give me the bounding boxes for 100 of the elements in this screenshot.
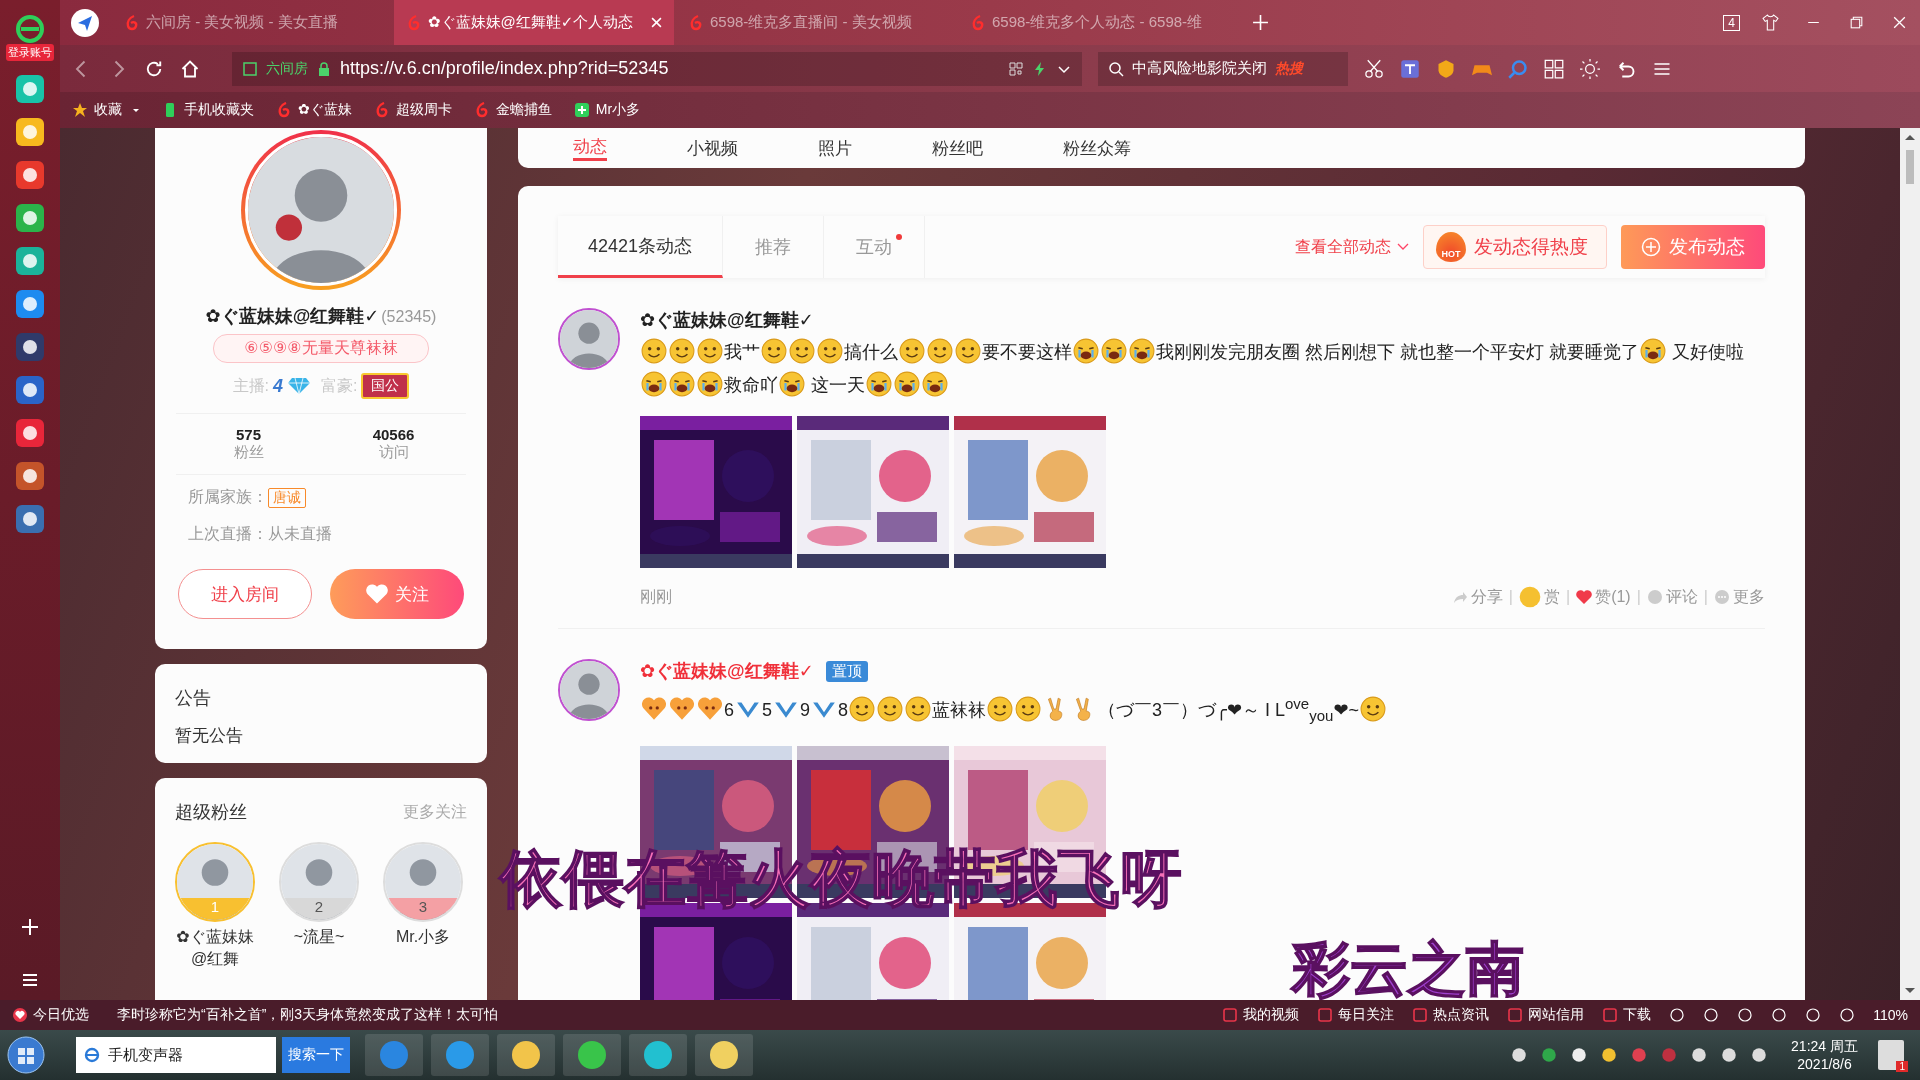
- app-icon[interactable]: [15, 332, 45, 362]
- status-item[interactable]: 每日关注: [1317, 1006, 1395, 1024]
- filter-dropdown[interactable]: 查看全部动态: [1295, 236, 1409, 258]
- restore-icon[interactable]: [1848, 14, 1865, 31]
- tray-icon[interactable]: [1690, 1046, 1709, 1064]
- tray-icon[interactable]: [1720, 1046, 1739, 1064]
- login-label[interactable]: 登录账号: [6, 44, 54, 61]
- zoom-level[interactable]: 110%: [1873, 1007, 1908, 1023]
- fan-name[interactable]: Mr.小多: [395, 926, 451, 948]
- fan-avatar[interactable]: 2: [279, 842, 359, 922]
- app-icon[interactable]: [15, 375, 45, 405]
- fan-name[interactable]: ✿ぐ蓝妹妹@红舞: [175, 926, 255, 970]
- app-icon[interactable]: [15, 203, 45, 233]
- crying-emoji-icon: [894, 371, 920, 397]
- status-item[interactable]: 下载: [1602, 1006, 1652, 1024]
- toolbar-icon[interactable]: [1771, 1007, 1788, 1023]
- app-icon[interactable]: [15, 504, 45, 534]
- taskbar-app-icon[interactable]: [496, 1033, 556, 1077]
- post-time: 刚刚: [640, 586, 672, 607]
- toolbar-icon[interactable]: [1703, 1007, 1720, 1023]
- shirt-icon[interactable]: [1762, 14, 1779, 31]
- toolbar-icon[interactable]: [1737, 1007, 1754, 1023]
- profile-nav-tab[interactable]: 照片: [818, 136, 852, 160]
- taskbar-app-icon[interactable]: [430, 1033, 490, 1077]
- scroll-down-icon[interactable]: [1905, 988, 1915, 994]
- start-icon[interactable]: [6, 1035, 46, 1075]
- today-picks[interactable]: 今日优选: [12, 1006, 89, 1024]
- bookmark-item[interactable]: 超级周卡: [373, 101, 452, 119]
- translate-icon[interactable]: [1400, 58, 1420, 79]
- new-tab-icon[interactable]: [1252, 14, 1269, 31]
- diamond-icon: [287, 377, 311, 395]
- browser-tab[interactable]: ✿ぐ蓝妹妹@红舞鞋✓个人动态: [394, 0, 674, 45]
- more-icon: [1714, 589, 1730, 605]
- tab-count[interactable]: 4: [1723, 14, 1740, 31]
- close-icon[interactable]: [651, 17, 662, 28]
- search-field[interactable]: 中高风险地影院关闭 热搜: [1098, 51, 1348, 86]
- toolbar-icon[interactable]: [1839, 1007, 1856, 1023]
- address-field[interactable]: 六间房 https://v.6.cn/profile/index.php?rid=52345: [232, 51, 1082, 86]
- bookmark-item[interactable]: 收藏: [72, 101, 140, 119]
- bookmark-item[interactable]: ✿ぐ蓝妹: [276, 101, 352, 119]
- notice-title: 公告: [175, 687, 212, 710]
- heart-emoji-icon: [697, 696, 723, 722]
- app-icon[interactable]: [15, 461, 45, 491]
- rank-badge: 国公: [361, 373, 410, 399]
- search-field[interactable]: 手机变声器: [76, 1037, 276, 1073]
- bookmark-item[interactable]: 金蟾捕鱼: [473, 101, 552, 119]
- add-icon[interactable]: [20, 917, 40, 937]
- browser-tab[interactable]: 六间房 - 美女视频 - 美女直播: [112, 0, 392, 45]
- brightness-icon[interactable]: [1580, 58, 1600, 79]
- author-name[interactable]: ✿ぐ蓝妹妹@红舞鞋✓: [640, 659, 814, 683]
- app-icon[interactable]: [15, 289, 45, 319]
- profile-nav-tab[interactable]: 粉丝吧: [932, 136, 983, 160]
- clock-time[interactable]: 21:24 周五: [1791, 1038, 1858, 1056]
- taskbar-app-icon[interactable]: [694, 1033, 754, 1077]
- app-icon[interactable]: [15, 74, 45, 104]
- app-icon[interactable]: [15, 246, 45, 276]
- grid-icon[interactable]: [1544, 58, 1564, 79]
- status-item[interactable]: 我的视频: [1222, 1006, 1300, 1024]
- fans-title: 超级粉丝: [175, 801, 247, 824]
- clock-date[interactable]: 2021/8/6: [1797, 1056, 1852, 1072]
- browser-logo-icon[interactable]: [15, 14, 45, 44]
- scissors-icon[interactable]: [1364, 58, 1384, 79]
- feed-tab[interactable]: 42421条动态: [558, 216, 724, 278]
- profile-nav-tab[interactable]: 粉丝众筹: [1063, 136, 1131, 160]
- emoji-icon: [1015, 696, 1042, 722]
- tray-icon[interactable]: [1570, 1046, 1589, 1064]
- app-icon[interactable]: [15, 160, 45, 190]
- profile-nav-tab[interactable]: 动态: [573, 135, 607, 161]
- emoji-icon: [761, 338, 787, 364]
- toolbar-icon[interactable]: [1805, 1007, 1822, 1023]
- author-name[interactable]: ✿ぐ蓝妹妹@红舞鞋✓: [640, 308, 814, 332]
- profile-nav-tab[interactable]: 小视频: [687, 136, 738, 160]
- hot-search-label: 热搜: [1275, 59, 1303, 78]
- enter-room-button[interactable]: 进入房间: [178, 569, 312, 619]
- tray-icon[interactable]: [1750, 1046, 1769, 1064]
- status-item[interactable]: 热点资讯: [1412, 1006, 1490, 1024]
- fan-avatar[interactable]: 3: [383, 842, 463, 922]
- bookmark-item[interactable]: Mr小多: [573, 101, 641, 119]
- home-icon[interactable]: [180, 58, 200, 79]
- boost-button[interactable]: HOT 发动态得热度: [1423, 225, 1607, 269]
- taskbar-app-icon[interactable]: [562, 1033, 622, 1077]
- toolbar-icon[interactable]: [1669, 1007, 1686, 1023]
- close-icon[interactable]: [1891, 14, 1908, 31]
- search-button[interactable]: 搜索一下: [282, 1037, 350, 1073]
- qr-icon[interactable]: [1008, 60, 1024, 77]
- scrollbar-thumb[interactable]: [1906, 150, 1914, 184]
- news-link[interactable]: 李时珍称它为“百补之首”，刚3天身体竟然变成了这样！太可怕: [117, 1006, 499, 1024]
- scroll-up-icon[interactable]: [1905, 134, 1915, 140]
- app-icon[interactable]: [15, 418, 45, 448]
- status-item[interactable]: 网站信用: [1507, 1006, 1585, 1024]
- taskbar-app-icon[interactable]: [364, 1033, 424, 1077]
- tray-icon[interactable]: [1510, 1046, 1529, 1064]
- bookmark-item[interactable]: 手机收藏夹: [162, 101, 254, 119]
- status-icon: [1412, 1007, 1429, 1023]
- tray-icon[interactable]: [1600, 1046, 1619, 1064]
- taskbar-app-icon[interactable]: [628, 1033, 688, 1077]
- app-icon[interactable]: [15, 117, 45, 147]
- status-icon: [1602, 1007, 1619, 1023]
- navigation-icon[interactable]: [70, 7, 100, 38]
- fan-name[interactable]: ~流星~: [293, 926, 345, 948]
